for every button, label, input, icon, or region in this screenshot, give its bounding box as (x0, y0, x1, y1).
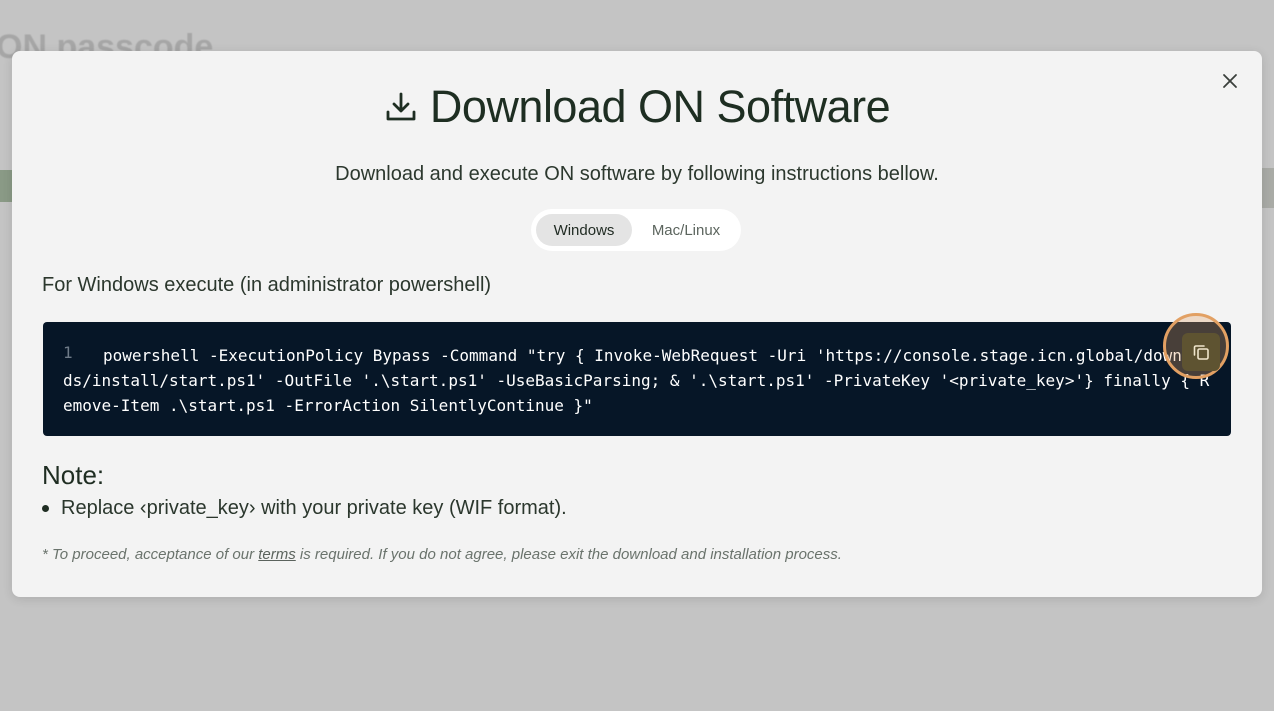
note-item-text: Replace ‹private_key› with your private … (61, 497, 567, 519)
note-heading: Note: (42, 460, 105, 490)
list-item: Replace ‹private_key› with your private … (42, 497, 567, 520)
install-command[interactable]: powershell -ExecutionPolicy Bypass -Comm… (63, 343, 1211, 418)
modal-header: Download ON Software (12, 81, 1262, 133)
os-tab-switcher: Windows Mac/Linux (531, 209, 741, 251)
instructions-label: For Windows execute (in administrator po… (42, 274, 492, 296)
bullet-icon (42, 505, 49, 512)
terms-notice: * To proceed, acceptance of our terms is… (42, 546, 842, 563)
backdrop-decoration-right (1260, 168, 1274, 208)
copy-icon (1193, 345, 1209, 360)
code-block[interactable]: 1 powershell -ExecutionPolicy Bypass -Co… (43, 322, 1231, 436)
terms-link[interactable]: terms (258, 546, 296, 563)
download-modal: Download ON Software Download and execut… (12, 51, 1262, 597)
tab-windows[interactable]: Windows (536, 214, 632, 246)
modal-title: Download ON Software (429, 81, 891, 132)
terms-suffix: is required. If you do not agree, please… (295, 546, 842, 563)
note-list: Replace ‹private_key› with your private … (42, 497, 567, 520)
tab-mac-linux[interactable]: Mac/Linux (636, 214, 736, 246)
download-icon (386, 92, 416, 121)
copy-button[interactable] (1182, 333, 1220, 371)
modal-subtitle: Download and execute ON software by foll… (335, 163, 939, 185)
terms-prefix: * To proceed, acceptance of our (42, 546, 259, 563)
